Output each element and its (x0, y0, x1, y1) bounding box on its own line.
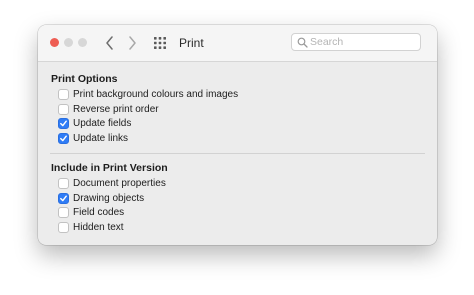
checkmark-icon (60, 120, 67, 126)
search-field[interactable] (291, 33, 421, 51)
minimize-window-button[interactable] (64, 38, 73, 47)
option-label: Reverse print order (73, 103, 159, 115)
forward-button[interactable] (124, 34, 140, 52)
checkbox[interactable] (58, 206, 69, 218)
option-label: Update links (73, 132, 129, 144)
option-label: Drawing objects (73, 192, 145, 204)
option-reverse-print-order[interactable]: Reverse print order (58, 102, 159, 116)
print-preferences-window: Print Print Options Print background col… (38, 25, 437, 245)
grid-icon (154, 37, 166, 49)
zoom-window-button[interactable] (78, 38, 87, 47)
section-divider (50, 153, 425, 154)
option-update-links[interactable]: Update links (58, 131, 128, 145)
option-update-fields[interactable]: Update fields (58, 116, 131, 130)
checkbox-checked[interactable] (58, 192, 69, 204)
option-field-codes[interactable]: Field codes (58, 205, 124, 219)
checkbox-checked[interactable] (58, 117, 69, 129)
search-input[interactable] (310, 34, 415, 50)
option-label: Field codes (73, 206, 125, 218)
section-title-print-options: Print Options (51, 73, 118, 85)
show-all-button[interactable] (153, 36, 167, 50)
chevron-right-icon (128, 36, 136, 50)
checkbox-checked[interactable] (58, 132, 69, 144)
option-label: Hidden text (73, 221, 124, 233)
checkmark-icon (60, 195, 67, 201)
option-drawing-objects[interactable]: Drawing objects (58, 191, 144, 205)
search-icon (297, 37, 308, 48)
close-window-button[interactable] (50, 38, 59, 47)
option-document-properties[interactable]: Document properties (58, 176, 166, 190)
back-button[interactable] (101, 34, 117, 52)
checkbox[interactable] (58, 103, 69, 115)
option-label: Update fields (73, 117, 132, 129)
checkbox[interactable] (58, 88, 69, 100)
window-title: Print (179, 36, 204, 50)
checkbox[interactable] (58, 177, 69, 189)
section-title-include-in-print: Include in Print Version (51, 162, 168, 174)
checkmark-icon (60, 135, 67, 141)
option-print-background[interactable]: Print background colours and images (58, 87, 238, 101)
option-label: Document properties (73, 177, 166, 189)
checkbox[interactable] (58, 221, 69, 233)
option-hidden-text[interactable]: Hidden text (58, 220, 124, 234)
chevron-left-icon (105, 36, 113, 50)
toolbar: Print (38, 25, 437, 62)
option-label: Print background colours and images (73, 88, 239, 100)
